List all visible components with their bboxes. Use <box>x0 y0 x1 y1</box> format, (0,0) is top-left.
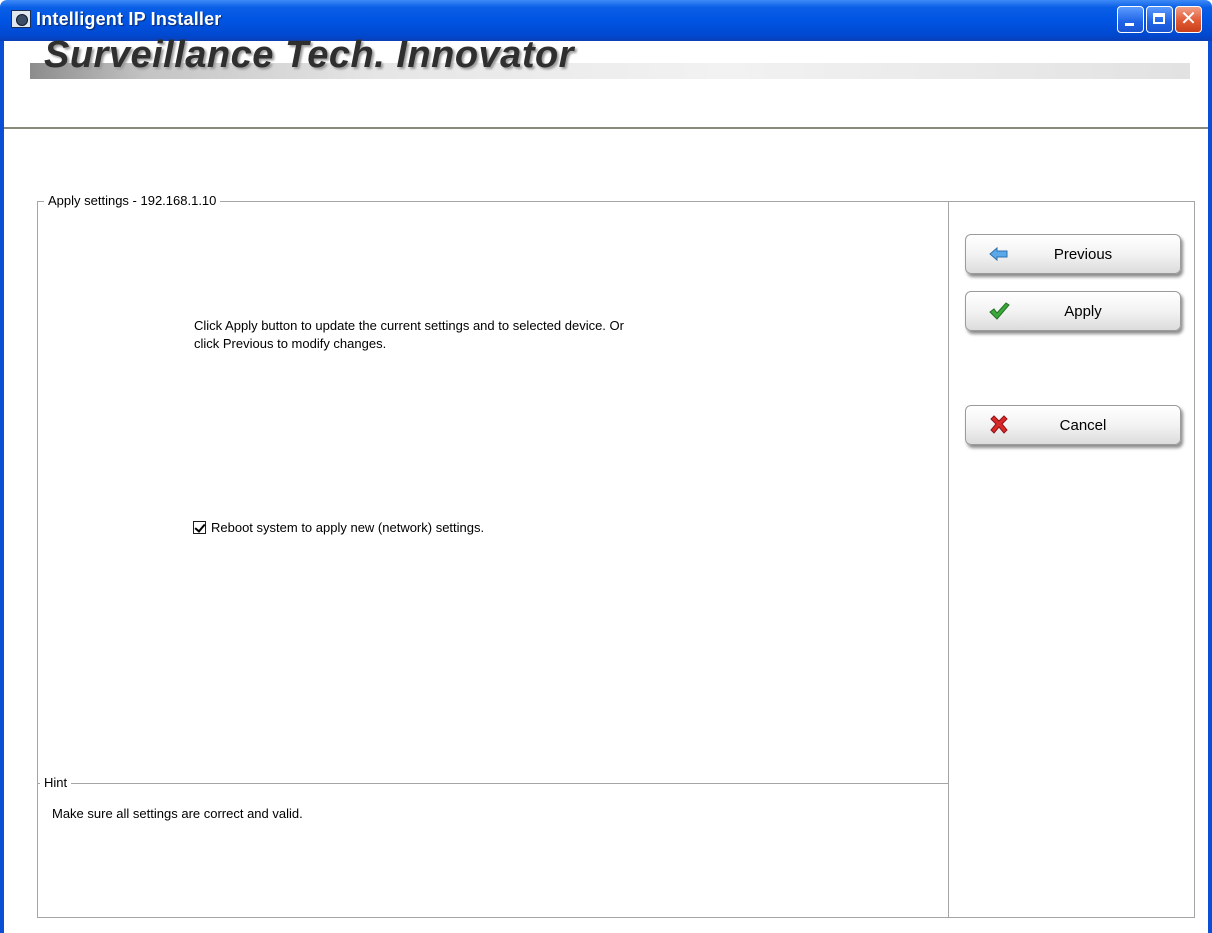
window-title: Intelligent IP Installer <box>36 9 222 29</box>
reboot-checkbox[interactable] <box>193 521 206 534</box>
app-icon[interactable] <box>11 10 31 28</box>
window-frame-right <box>1208 41 1212 933</box>
reboot-checkbox-label[interactable]: Reboot system to apply new (network) set… <box>211 520 484 535</box>
close-button[interactable]: ✕ <box>1175 6 1202 33</box>
instruction-line-2: click Previous to modify changes. <box>194 336 387 351</box>
hint-title: Hint <box>40 775 72 790</box>
cancel-button[interactable]: Cancel <box>965 405 1181 445</box>
window-frame-left <box>0 41 4 933</box>
banner-logo-text: Surveillance Tech. Innovator <box>44 34 574 76</box>
previous-button[interactable]: Previous <box>965 234 1181 274</box>
minimize-button[interactable] <box>1117 6 1144 33</box>
instruction-line-1: Click Apply button to update the current… <box>194 318 624 333</box>
hint-text: Make sure all settings are correct and v… <box>52 806 303 821</box>
maximize-button[interactable] <box>1146 6 1173 33</box>
banner-divider <box>4 127 1208 129</box>
instruction-text: Click Apply button to update the current… <box>194 317 754 353</box>
group-title: Apply settings - 192.168.1.10 <box>44 193 221 208</box>
apply-button[interactable]: Apply <box>965 291 1181 331</box>
apply-button-label: Apply <box>1064 303 1102 320</box>
previous-button-label: Previous <box>1053 246 1113 263</box>
cancel-button-label: Cancel <box>1059 417 1107 434</box>
hint-divider <box>38 783 948 784</box>
